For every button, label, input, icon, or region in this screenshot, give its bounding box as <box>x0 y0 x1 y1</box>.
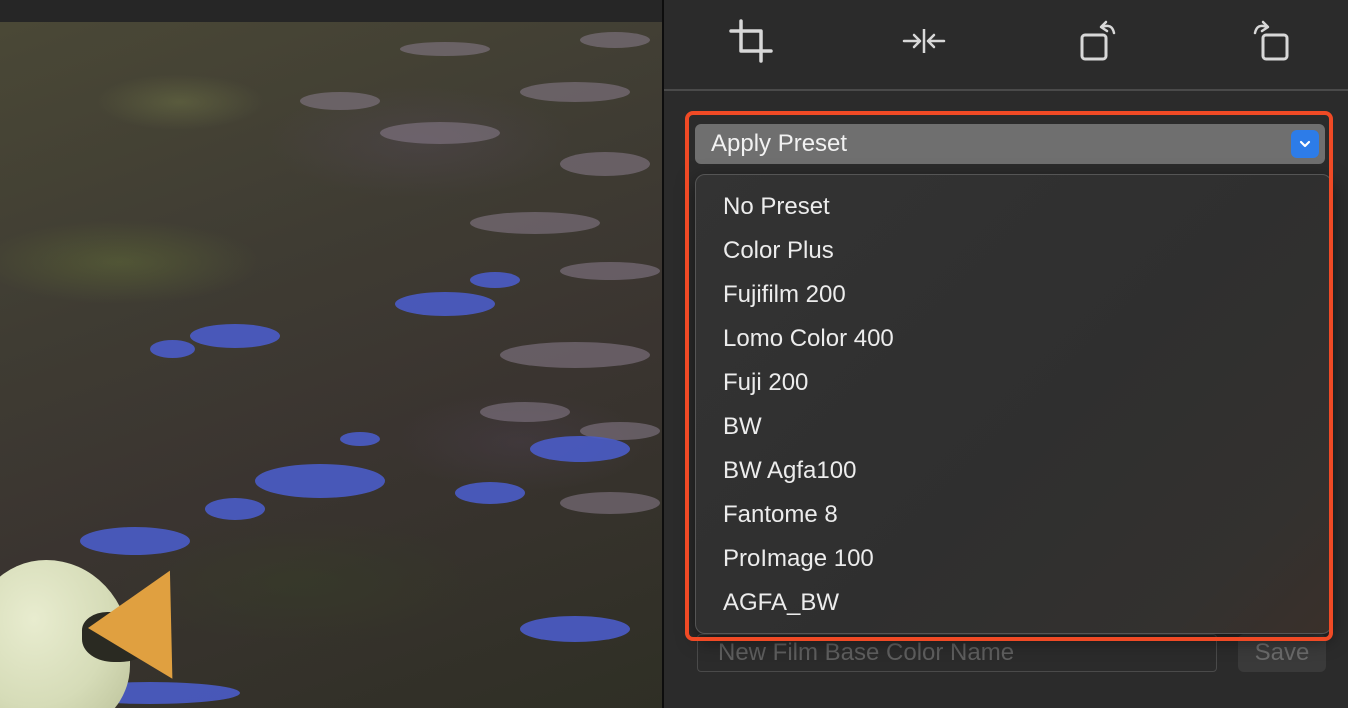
app-window: Apply Preset Save No Preset Color Plus F… <box>0 0 1348 708</box>
rotate-right-button[interactable] <box>1244 14 1298 68</box>
photo-top-bar <box>0 0 662 22</box>
flip-horizontal-button[interactable] <box>897 14 951 68</box>
crop-icon <box>729 19 773 63</box>
flip-horizontal-icon <box>902 29 946 53</box>
panel-divider <box>662 0 664 708</box>
adjustments-panel: Apply Preset Save No Preset Color Plus F… <box>664 0 1348 708</box>
toolbar-separator <box>664 89 1348 91</box>
highlight-box <box>685 111 1333 641</box>
crop-button[interactable] <box>724 14 778 68</box>
photo-preview <box>0 0 662 708</box>
transform-toolbar <box>664 0 1348 91</box>
rotate-left-button[interactable] <box>1071 14 1125 68</box>
rotate-left-icon <box>1080 20 1116 61</box>
rotate-right-icon <box>1253 20 1289 61</box>
